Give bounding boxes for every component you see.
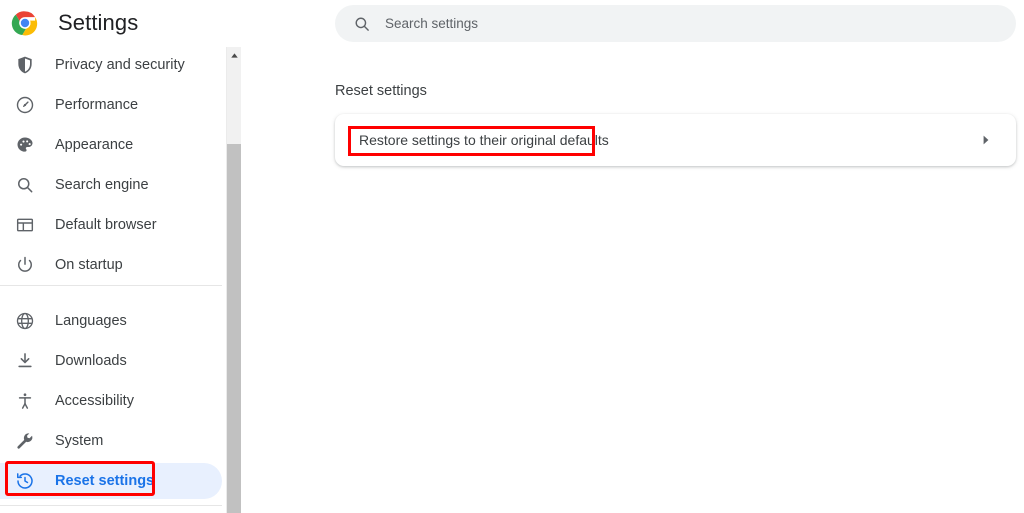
magnifier-icon (15, 175, 35, 195)
palette-icon (15, 135, 35, 155)
browser-window-icon (15, 215, 35, 235)
sidebar-divider (0, 285, 222, 286)
sidebar-item-label: Default browser (55, 217, 157, 233)
sidebar-divider-bottom (0, 505, 222, 506)
sidebar-item-search-engine[interactable]: Search engine (0, 165, 226, 205)
download-icon (15, 351, 35, 371)
speedometer-icon (15, 95, 35, 115)
sidebar-item-label: On startup (55, 257, 123, 273)
sidebar-item-performance[interactable]: Performance (0, 85, 226, 125)
sidebar-item-label: Search engine (55, 177, 149, 193)
sidebar-item-label: Appearance (55, 137, 134, 153)
sidebar-item-languages[interactable]: Languages (0, 301, 226, 341)
wrench-icon (15, 431, 35, 451)
restore-defaults-label: Restore settings to their original defau… (359, 132, 609, 148)
sidebar-item-privacy-and-security[interactable]: Privacy and security (0, 45, 226, 85)
scrollbar-thumb[interactable] (227, 144, 241, 513)
section-title: Reset settings (335, 83, 427, 99)
sidebar-item-label: Reset settings (55, 473, 155, 489)
person-icon (15, 391, 35, 411)
sidebar-item-appearance[interactable]: Appearance (0, 125, 226, 165)
main-content: Search settings Reset settings Restore s… (241, 0, 1024, 513)
sidebar-item-reset-settings[interactable]: Reset settings (0, 461, 226, 501)
sidebar-scrollbar[interactable] (226, 47, 241, 513)
caret-up-icon[interactable] (227, 47, 241, 63)
sidebar-item-system[interactable]: System (0, 421, 226, 461)
sidebar-item-downloads[interactable]: Downloads (0, 341, 226, 381)
sidebar-group-top: Privacy and security Performance Appeara… (0, 45, 226, 285)
sidebar-item-on-startup[interactable]: On startup (0, 245, 226, 285)
sidebar-item-label: Accessibility (55, 393, 134, 409)
sidebar-item-label: Languages (55, 313, 127, 329)
power-icon (15, 255, 35, 275)
search-placeholder: Search settings (385, 16, 479, 31)
page-title: Settings (58, 10, 139, 35)
sidebar-item-default-browser[interactable]: Default browser (0, 205, 226, 245)
sidebar-item-label: Privacy and security (55, 57, 185, 73)
history-restore-icon (15, 471, 35, 491)
search-input[interactable]: Search settings (335, 5, 1016, 42)
search-icon (353, 15, 371, 33)
sidebar-item-label: System (55, 433, 104, 449)
sidebar-group-bottom: Languages Downloads Accessibility System… (0, 301, 226, 501)
brand-header: Settings (0, 0, 226, 46)
sidebar: Settings Privacy and security Performanc… (0, 0, 226, 513)
restore-defaults-row[interactable]: Restore settings to their original defau… (335, 114, 1016, 166)
shield-icon (15, 55, 35, 75)
sidebar-item-label: Performance (55, 97, 139, 113)
sidebar-item-label: Downloads (55, 353, 127, 369)
sidebar-item-accessibility[interactable]: Accessibility (0, 381, 226, 421)
settings-page: Settings Privacy and security Performanc… (0, 0, 1024, 513)
chevron-right-icon (980, 134, 992, 146)
chrome-logo-icon (11, 9, 39, 37)
globe-icon (15, 311, 35, 331)
